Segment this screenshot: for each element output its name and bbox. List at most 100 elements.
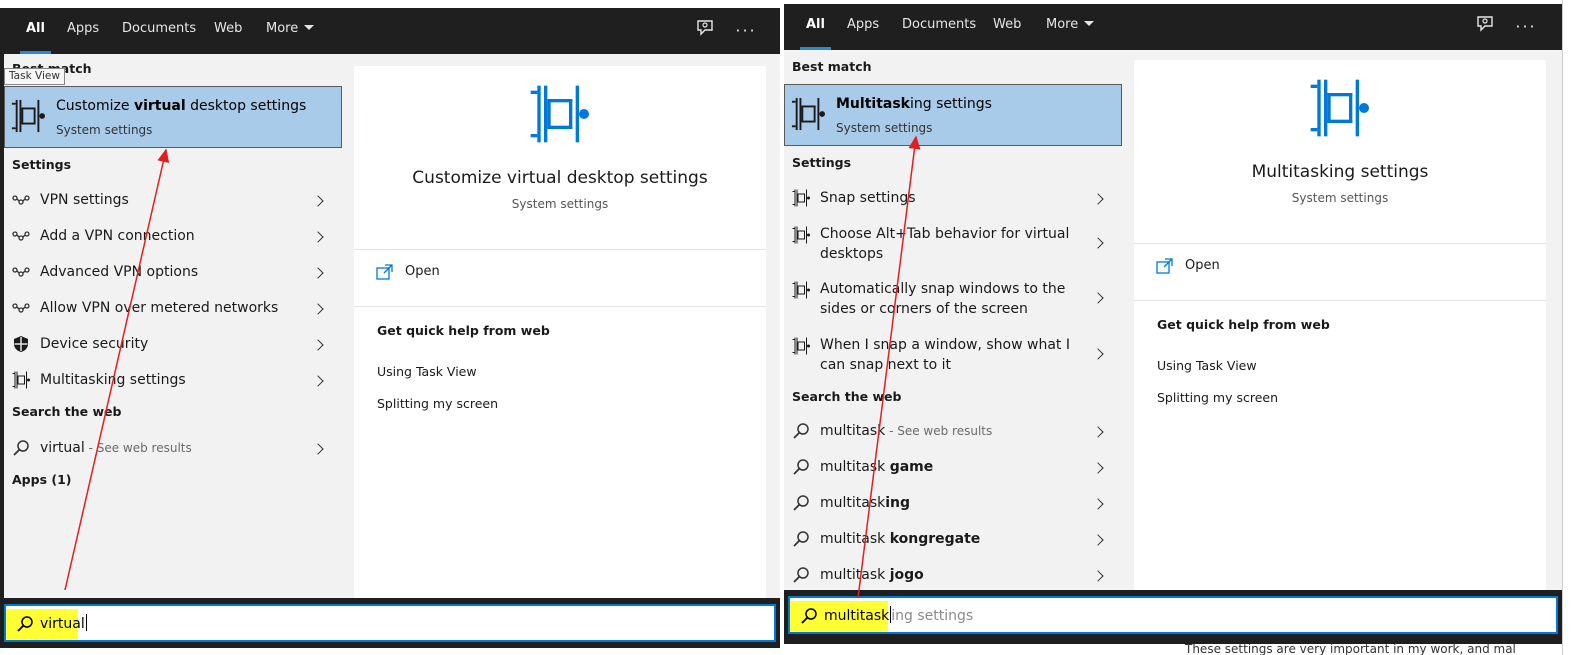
search-input[interactable]: multitask ing settings <box>824 606 973 624</box>
tab-all[interactable]: All <box>20 8 51 54</box>
setting-item[interactable]: Snap settings <box>784 184 1122 216</box>
task-view-icon <box>792 281 810 299</box>
tab-web[interactable]: Web <box>993 4 1021 50</box>
filter-tabs-bar: All Apps Documents Web More ··· <box>784 4 1562 50</box>
tab-documents[interactable]: Documents <box>122 8 196 54</box>
settings-heading: Settings <box>12 157 72 172</box>
preview-pane: Multitasking settings System settings Op… <box>1134 60 1546 596</box>
web-result-label: multitasking <box>820 495 911 511</box>
apps-heading: Apps (1) <box>12 472 72 487</box>
vpn-icon <box>12 191 30 209</box>
tab-web[interactable]: Web <box>214 8 242 54</box>
chevron-right-icon <box>1092 348 1104 360</box>
setting-item[interactable]: Choose Alt+Tab behavior for virtual desk… <box>784 220 1122 268</box>
search-icon <box>792 494 810 512</box>
web-result[interactable]: multitask - See web results <box>784 416 1122 448</box>
search-input[interactable]: virtual <box>40 614 87 632</box>
open-label: Open <box>1185 258 1220 273</box>
help-link[interactable]: Splitting my screen <box>1157 390 1278 405</box>
search-icon <box>792 458 810 476</box>
best-match-result[interactable]: Customize virtual desktop settings Syste… <box>4 86 342 148</box>
open-icon <box>376 263 394 281</box>
setting-label: VPN settings <box>40 192 129 208</box>
setting-item[interactable]: VPN settings <box>4 188 342 218</box>
setting-item[interactable]: When I snap a window, show what I can sn… <box>784 331 1122 379</box>
best-match-title: Multitasking settings <box>836 96 992 112</box>
help-link[interactable]: Splitting my screen <box>377 396 498 411</box>
chevron-down-icon <box>304 25 315 30</box>
quick-help-heading: Get quick help from web <box>1157 317 1330 332</box>
best-match-result[interactable]: Multitasking settings System settings <box>784 84 1122 146</box>
vpn-icon <box>12 263 30 281</box>
task-view-tooltip: Task View <box>4 68 65 85</box>
more-options-icon[interactable]: ··· <box>1513 14 1539 40</box>
web-result[interactable]: virtual - See web results <box>4 436 342 466</box>
chevron-right-icon <box>312 195 324 207</box>
setting-label: Choose Alt+Tab behavior for virtual desk… <box>820 226 1070 262</box>
setting-item[interactable]: Allow VPN over metered networks <box>4 296 342 326</box>
search-icon <box>800 607 818 625</box>
search-icon <box>792 422 810 440</box>
search-panel-right: All Apps Documents Web More ··· Best mat… <box>784 4 1562 644</box>
web-result[interactable]: multitask kongregate <box>784 524 1122 556</box>
setting-item[interactable]: Add a VPN connection <box>4 224 342 254</box>
task-view-icon <box>791 97 825 131</box>
setting-label: When I snap a window, show what I can sn… <box>820 337 1070 373</box>
tab-apps[interactable]: Apps <box>67 8 99 54</box>
preview-subtitle: System settings <box>511 197 609 211</box>
setting-label: Add a VPN connection <box>40 228 195 244</box>
chevron-right-icon <box>1092 193 1104 205</box>
task-view-icon <box>12 371 30 389</box>
help-link[interactable]: Using Task View <box>1157 358 1257 373</box>
chevron-right-icon <box>1092 570 1104 582</box>
chevron-right-icon <box>312 231 324 243</box>
chevron-right-icon <box>312 303 324 315</box>
open-label: Open <box>405 264 440 279</box>
preview-title: Multitasking settings <box>1251 162 1429 182</box>
web-result[interactable]: multitasking <box>784 488 1122 520</box>
setting-label: Device security <box>40 336 149 352</box>
search-icon <box>12 439 30 457</box>
web-result-label: multitask jogo <box>820 567 924 583</box>
background-window <box>1562 0 1582 655</box>
tab-all[interactable]: All <box>800 4 831 50</box>
more-options-icon[interactable]: ··· <box>733 18 759 44</box>
search-box[interactable]: virtual <box>4 604 776 642</box>
vpn-icon <box>12 227 30 245</box>
feedback-icon[interactable] <box>1472 14 1498 40</box>
preview-pane: Customize virtual desktop settings Syste… <box>354 66 766 602</box>
chevron-right-icon <box>312 339 324 351</box>
search-box[interactable]: multitask ing settings <box>788 596 1558 634</box>
web-result[interactable]: multitask jogo <box>784 560 1122 592</box>
search-web-heading: Search the web <box>792 389 902 404</box>
tab-more-label: More <box>266 21 299 36</box>
web-result[interactable]: multitask game <box>784 452 1122 484</box>
best-match-heading: Best match <box>792 59 872 74</box>
tab-more-label: More <box>1046 17 1079 32</box>
tab-apps[interactable]: Apps <box>847 4 879 50</box>
results-list: Best match Customize virtual desktop set… <box>4 54 342 602</box>
tab-more[interactable]: More <box>266 8 315 54</box>
divider <box>1134 300 1546 301</box>
setting-label: Automatically snap windows to the sides … <box>820 281 1066 317</box>
setting-item[interactable]: Device security <box>4 332 342 362</box>
setting-label: Snap settings <box>820 190 916 206</box>
task-view-icon <box>526 84 592 144</box>
chevron-right-icon <box>1092 292 1104 304</box>
task-view-icon <box>792 189 810 207</box>
preview-subtitle: System settings <box>1291 191 1389 205</box>
search-panel-left: All Apps Documents Web More ··· Best mat… <box>0 8 780 648</box>
tab-documents[interactable]: Documents <box>902 4 976 50</box>
task-view-icon <box>792 226 810 244</box>
feedback-icon[interactable] <box>692 18 718 44</box>
best-match-subtitle: System settings <box>56 123 153 137</box>
divider <box>354 249 766 250</box>
tab-more[interactable]: More <box>1046 4 1095 50</box>
help-link[interactable]: Using Task View <box>377 364 477 379</box>
setting-item[interactable]: Automatically snap windows to the sides … <box>784 275 1122 323</box>
web-result-label: multitask kongregate <box>820 531 981 547</box>
chevron-right-icon <box>312 267 324 279</box>
best-match-title: Customize virtual desktop settings <box>56 98 307 114</box>
setting-item[interactable]: Multitasking settings <box>4 368 342 398</box>
setting-item[interactable]: Advanced VPN options <box>4 260 342 290</box>
